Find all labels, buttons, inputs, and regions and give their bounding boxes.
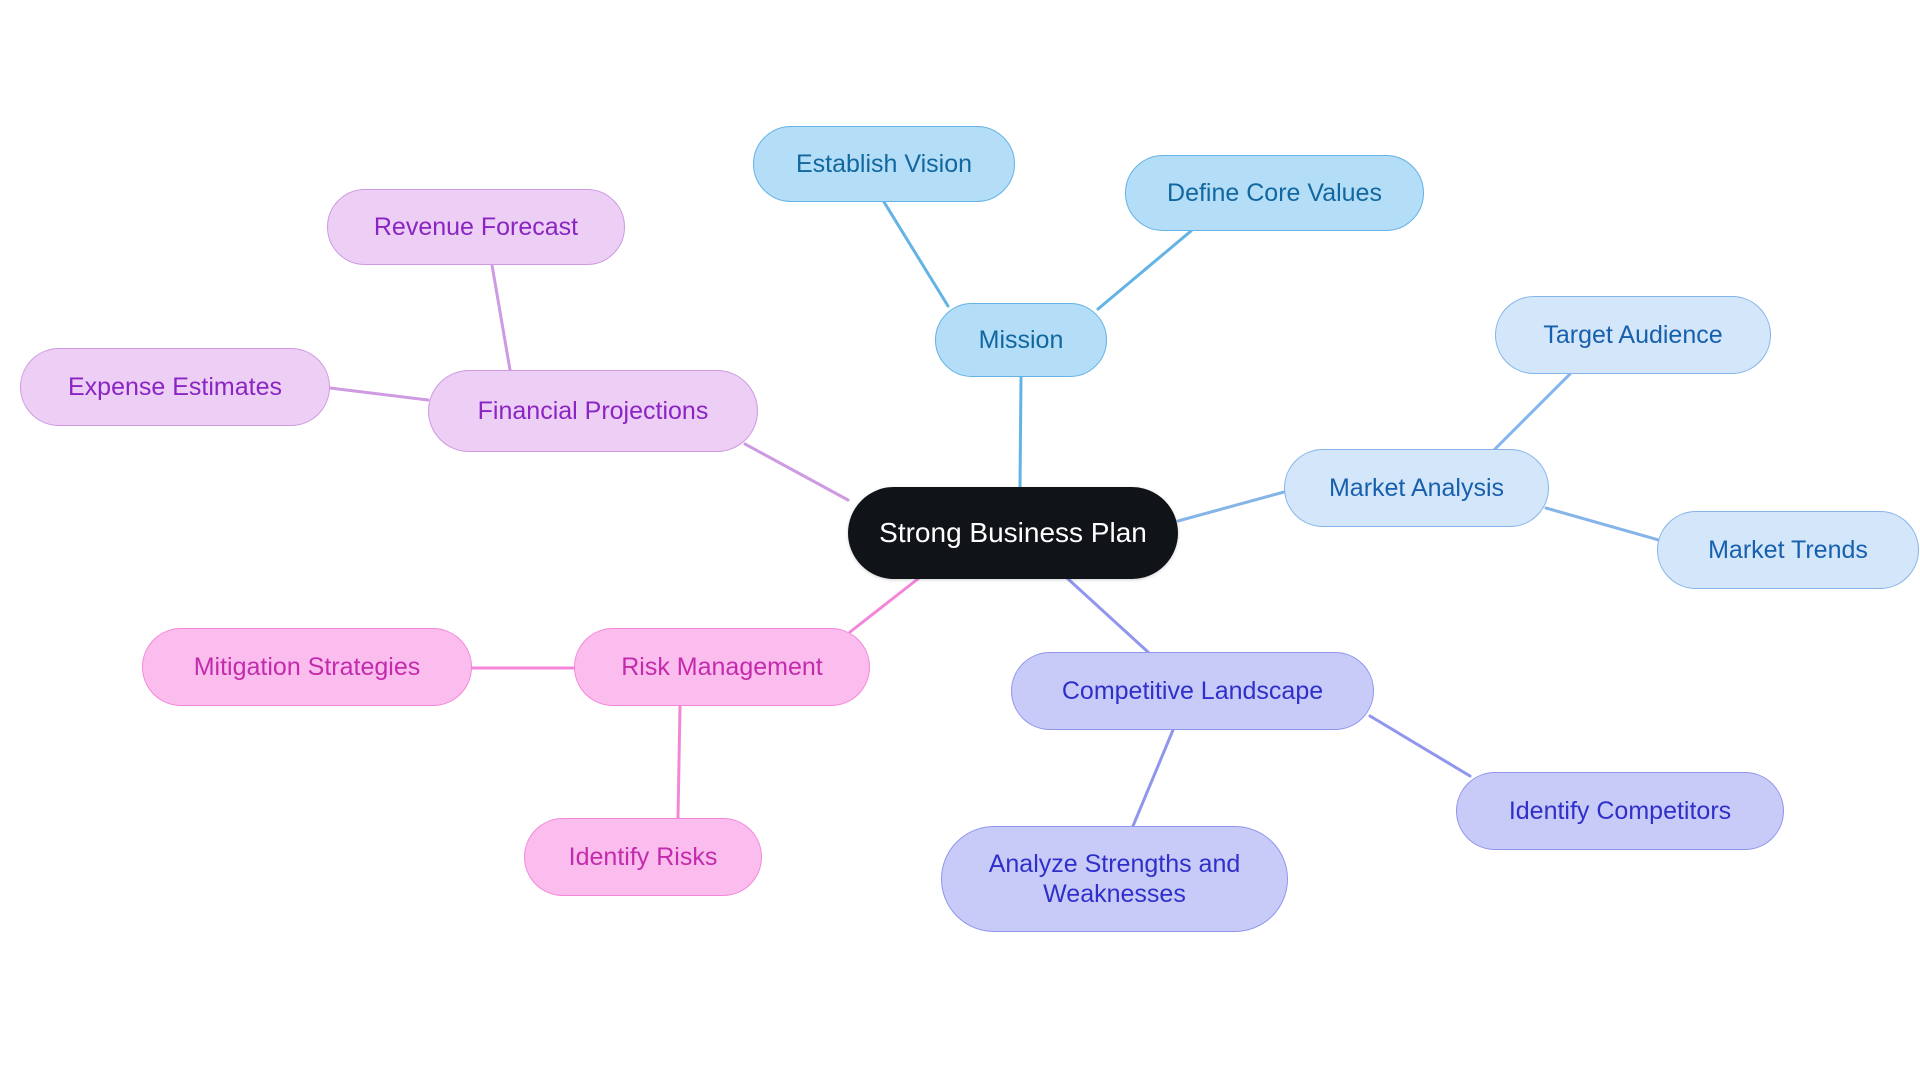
edge-competitive-analyze-strengths bbox=[1131, 728, 1175, 828]
node-mission[interactable]: Mission bbox=[935, 303, 1107, 377]
edge-root-competitive-landscape bbox=[1065, 576, 1150, 654]
node-root[interactable]: Strong Business Plan bbox=[848, 487, 1178, 579]
node-market-analysis[interactable]: Market Analysis bbox=[1284, 449, 1549, 527]
edge-mission-establish-vision bbox=[882, 200, 950, 308]
node-identify-risks[interactable]: Identify Risks bbox=[524, 818, 762, 896]
edge-competitive-identify-competitors bbox=[1368, 714, 1472, 778]
node-competitive-landscape[interactable]: Competitive Landscape bbox=[1011, 652, 1374, 730]
edge-financial-expense-estimates bbox=[328, 386, 430, 402]
node-analyze-strengths-weaknesses[interactable]: Analyze Strengths and Weaknesses bbox=[941, 826, 1288, 932]
node-mitigation-strategies[interactable]: Mitigation Strategies bbox=[142, 628, 472, 706]
edge-root-risk-management bbox=[848, 576, 921, 634]
edge-financial-revenue-forecast bbox=[490, 263, 512, 372]
edge-mission-define-core-values bbox=[1096, 229, 1193, 311]
edge-root-financial-projections bbox=[743, 442, 850, 502]
node-revenue-forecast[interactable]: Revenue Forecast bbox=[327, 189, 625, 265]
edge-market-analysis-target-audience bbox=[1490, 372, 1572, 454]
node-financial-projections[interactable]: Financial Projections bbox=[428, 370, 758, 452]
mindmap-canvas: Strong Business Plan Mission Establish V… bbox=[0, 0, 1920, 1083]
node-risk-management[interactable]: Risk Management bbox=[574, 628, 870, 706]
node-establish-vision[interactable]: Establish Vision bbox=[753, 126, 1015, 202]
node-market-trends[interactable]: Market Trends bbox=[1657, 511, 1919, 589]
edge-root-mission bbox=[1018, 375, 1023, 489]
edge-root-market-analysis bbox=[1176, 490, 1286, 523]
node-identify-competitors[interactable]: Identify Competitors bbox=[1456, 772, 1784, 850]
node-target-audience[interactable]: Target Audience bbox=[1495, 296, 1771, 374]
node-define-core-values[interactable]: Define Core Values bbox=[1125, 155, 1424, 231]
edge-risk-identify-risks bbox=[676, 704, 682, 820]
node-expense-estimates[interactable]: Expense Estimates bbox=[20, 348, 330, 426]
